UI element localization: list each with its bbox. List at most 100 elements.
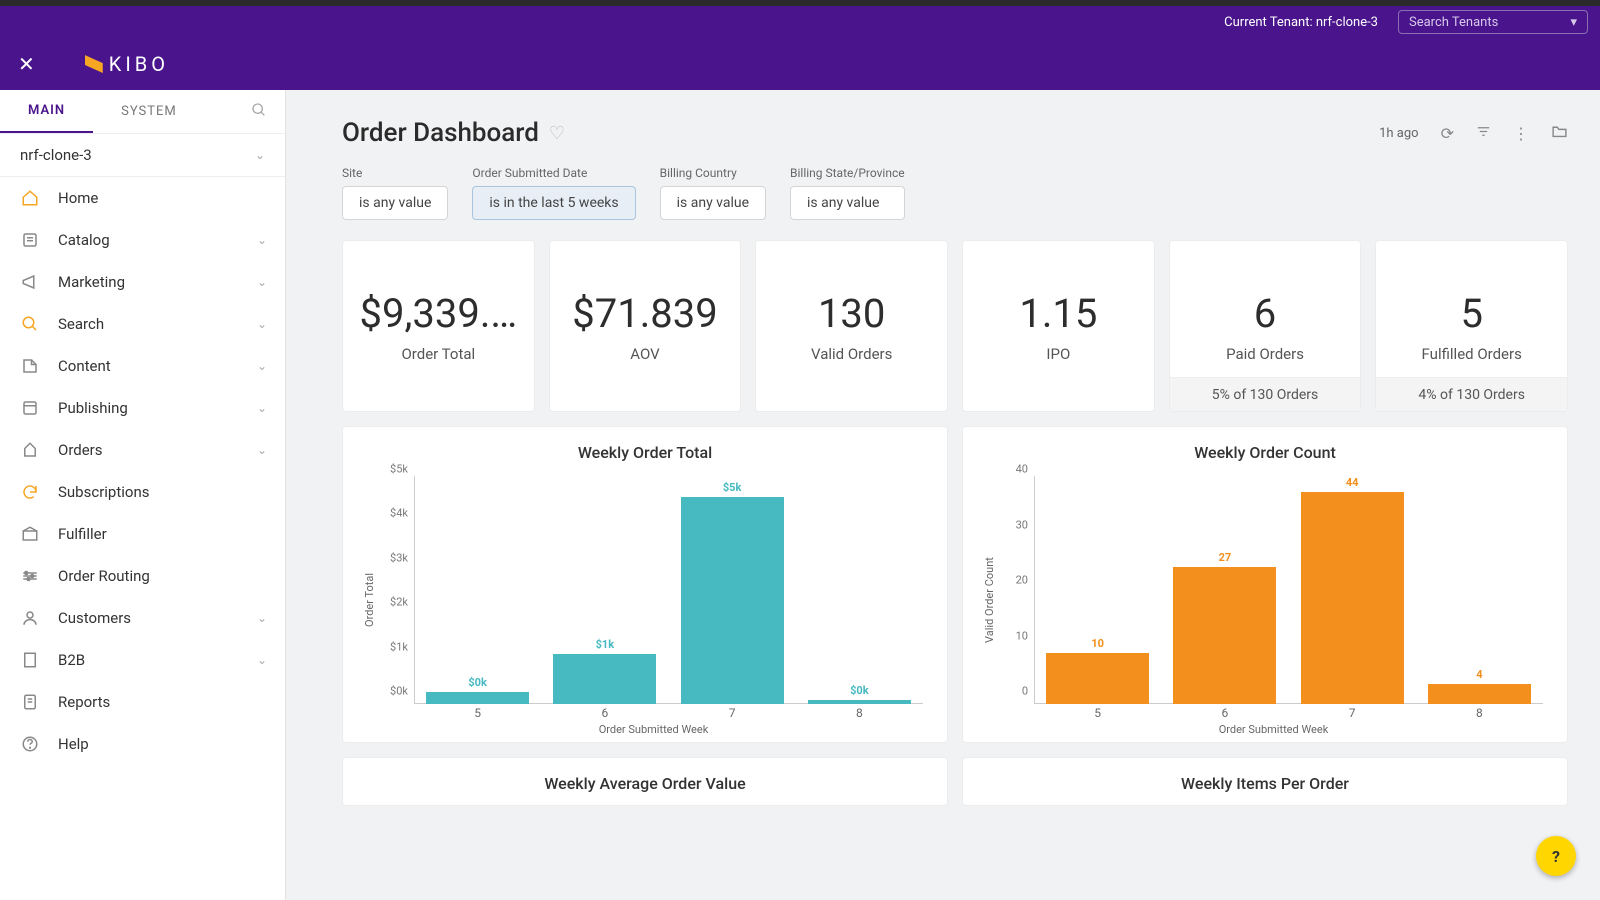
chevron-down-icon: ⌄ xyxy=(257,611,267,625)
bar-wrap: 27 xyxy=(1169,476,1281,704)
sidebar-item-subscriptions[interactable]: Subscriptions xyxy=(0,471,285,513)
filter-value-pill[interactable]: is any value xyxy=(342,186,448,220)
sidebar-item-label: Reports xyxy=(58,693,110,711)
filter-icon[interactable] xyxy=(1476,124,1491,143)
kpi-order-total[interactable]: $9,339.…Order Total xyxy=(342,240,535,412)
y-tick: 10 xyxy=(998,629,1034,642)
kpi-label: Fulfilled Orders xyxy=(1422,345,1522,363)
kpi-valid-orders[interactable]: 130Valid Orders xyxy=(755,240,948,412)
chevron-down-icon: ⌄ xyxy=(257,401,267,415)
chevron-down-icon: ⌄ xyxy=(257,233,267,247)
kpi-fulfilled-orders[interactable]: 5Fulfilled Orders4% of 130 Orders xyxy=(1375,240,1568,412)
sidebar-item-label: Search xyxy=(58,315,104,333)
sidebar-item-publishing[interactable]: Publishing ⌄ xyxy=(0,387,285,429)
x-tick: 5 xyxy=(1094,706,1101,720)
sidebar-item-search[interactable]: Search⌄ xyxy=(0,303,285,345)
y-axis-label: Valid Order Count xyxy=(981,470,998,730)
sidebar-item-content[interactable]: Content⌄ xyxy=(0,345,285,387)
kpi-value: 1.15 xyxy=(1019,290,1097,337)
kpi-label: IPO xyxy=(1046,345,1070,363)
sidebar-item-label: Orders xyxy=(58,441,103,459)
sidebar-item-catalog[interactable]: Catalog ⌄ xyxy=(0,219,285,261)
tab-main[interactable]: MAIN xyxy=(0,90,93,133)
bar-value-label: 27 xyxy=(1219,551,1232,564)
sidebar-item-b2b[interactable]: B2B ⌄ xyxy=(0,639,285,681)
refresh-icon[interactable]: ⟳ xyxy=(1441,124,1454,143)
b2b-icon xyxy=(20,651,40,669)
close-icon[interactable]: ✕ xyxy=(18,52,35,76)
sidebar-item-order-routing[interactable]: Order Routing xyxy=(0,555,285,597)
kpi-footer: 5% of 130 Orders xyxy=(1170,377,1361,411)
search-icon xyxy=(251,102,267,118)
folder-icon[interactable] xyxy=(1551,123,1568,144)
bar-wrap: 4 xyxy=(1423,476,1535,704)
chart-title: Weekly Average Order Value xyxy=(361,774,929,793)
y-axis-label: Order Total xyxy=(361,470,378,730)
x-tick: 6 xyxy=(1222,706,1229,720)
tenant-row[interactable]: nrf-clone-3 ⌄ xyxy=(0,134,285,177)
more-icon[interactable]: ⋮ xyxy=(1513,124,1529,143)
y-tick: $1k xyxy=(378,640,414,653)
x-tick: 7 xyxy=(1349,706,1356,720)
kpi-ipo[interactable]: 1.15 IPO xyxy=(962,240,1155,412)
x-tick: 8 xyxy=(856,706,863,720)
sidebar-item-label: Publishing xyxy=(58,399,128,417)
sidebar-item-marketing[interactable]: Marketing⌄ xyxy=(0,261,285,303)
sidebar-item-customers[interactable]: Customers⌄ xyxy=(0,597,285,639)
bar-value-label: $5k xyxy=(723,481,742,494)
sidebar-item-orders[interactable]: Orders ⌄ xyxy=(0,429,285,471)
x-axis-label: Order Submitted Week xyxy=(998,723,1549,736)
sidebar-item-label: Content xyxy=(58,357,111,375)
sidebar-item-label: Catalog xyxy=(58,231,110,249)
sidebar-item-reports[interactable]: Reports xyxy=(0,681,285,723)
chevron-down-icon: ▾ xyxy=(1570,15,1577,30)
tenant-name: nrf-clone-3 xyxy=(20,146,92,164)
filter-value-pill[interactable]: is in the last 5 weeks xyxy=(472,186,635,220)
sidebar-search-button[interactable] xyxy=(233,102,285,122)
chevron-down-icon: ⌄ xyxy=(257,443,267,457)
filter-bar: Site is any value Order Submitted Date is i… xyxy=(342,166,1568,220)
charts-row: Weekly Order TotalOrder Total$0k$1k$2k$3… xyxy=(342,426,1568,743)
kpi-paid-orders[interactable]: 6Paid Orders5% of 130 Orders xyxy=(1169,240,1362,412)
sidebar-item-help[interactable]: Help xyxy=(0,723,285,765)
kpi-label: Order Total xyxy=(401,345,475,363)
kpi-value: 130 xyxy=(818,290,885,337)
sidebar-item-label: Order Routing xyxy=(58,567,150,585)
customers-icon xyxy=(20,609,40,627)
sidebar-item-label: Help xyxy=(58,735,89,753)
bar-wrap: 10 xyxy=(1042,476,1154,704)
filter-value-pill[interactable]: is any value xyxy=(660,186,766,220)
bar-value-label: $1k xyxy=(596,638,615,651)
help-fab[interactable]: ? xyxy=(1536,836,1576,876)
sidebar-item-fulfiller[interactable]: Fulfiller xyxy=(0,513,285,555)
sidebar-item-label: Fulfiller xyxy=(58,525,107,543)
bar-value-label: 10 xyxy=(1091,637,1104,650)
bar-value-label: 44 xyxy=(1346,476,1359,489)
bar xyxy=(808,700,911,704)
filter-label: Site xyxy=(342,166,448,180)
chevron-down-icon: ⌄ xyxy=(257,653,267,667)
chart-plot: $0k$1k$2k$3k$4k$5k$0k$1k$5k$0k5678Order … xyxy=(378,470,929,730)
main-content: Order Dashboard ♡ 1h ago ⟳ ⋮ Siteis any … xyxy=(286,90,1600,900)
sidebar-item-label: Marketing xyxy=(58,273,125,291)
kpi-aov[interactable]: $71.839AOV xyxy=(549,240,742,412)
filter-value-pill[interactable]: is any value xyxy=(790,186,905,220)
help-icon xyxy=(20,735,40,753)
bar xyxy=(1301,492,1404,704)
bar-wrap: $5k xyxy=(676,476,788,704)
tab-system[interactable]: SYSTEM xyxy=(93,90,205,133)
tenant-search-dropdown[interactable]: Search Tenants ▾ xyxy=(1398,10,1588,34)
content-icon xyxy=(20,357,40,375)
x-ticks: 5678 xyxy=(414,706,923,720)
sidebar-item-home[interactable]: Home xyxy=(0,177,285,219)
filter-site: Site is any value xyxy=(342,166,448,220)
y-tick: $4k xyxy=(378,507,414,520)
brand-bar: ✕ KIBO xyxy=(0,38,1600,90)
bar-wrap: 44 xyxy=(1296,476,1408,704)
filter-label: Order Submitted Date xyxy=(472,166,635,180)
subscriptions-icon xyxy=(20,483,40,501)
sidebar-item-label: B2B xyxy=(58,651,85,669)
sidebar-nav: HomeCatalog⌄Marketing⌄Search⌄Content⌄Pub… xyxy=(0,177,285,765)
heart-icon[interactable]: ♡ xyxy=(549,123,565,144)
y-tick: $3k xyxy=(378,551,414,564)
